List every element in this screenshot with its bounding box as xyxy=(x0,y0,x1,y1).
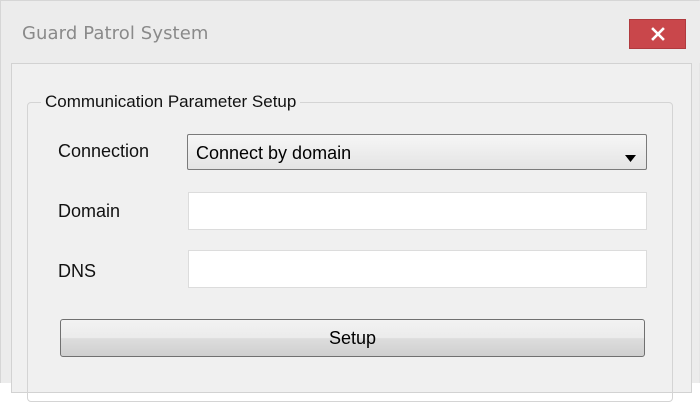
connection-label: Connection xyxy=(58,141,150,161)
dropdown-arrow-icon xyxy=(625,149,636,167)
group-title: Communication Parameter Setup xyxy=(41,92,301,112)
domain-label: Domain xyxy=(58,201,121,221)
connection-select[interactable]: Connect by domain xyxy=(187,134,647,170)
close-icon xyxy=(650,27,665,41)
setup-button[interactable]: Setup xyxy=(60,319,645,357)
window-title: Guard Patrol System xyxy=(22,23,209,44)
title-bar[interactable]: Guard Patrol System xyxy=(1,1,700,63)
dns-input[interactable] xyxy=(188,250,647,288)
domain-input[interactable] xyxy=(188,192,647,230)
connection-selected-value: Connect by domain xyxy=(196,143,352,163)
dns-label: DNS xyxy=(58,261,97,281)
close-button[interactable] xyxy=(629,19,686,49)
app-window: Guard Patrol System Communication Parame… xyxy=(0,0,700,402)
